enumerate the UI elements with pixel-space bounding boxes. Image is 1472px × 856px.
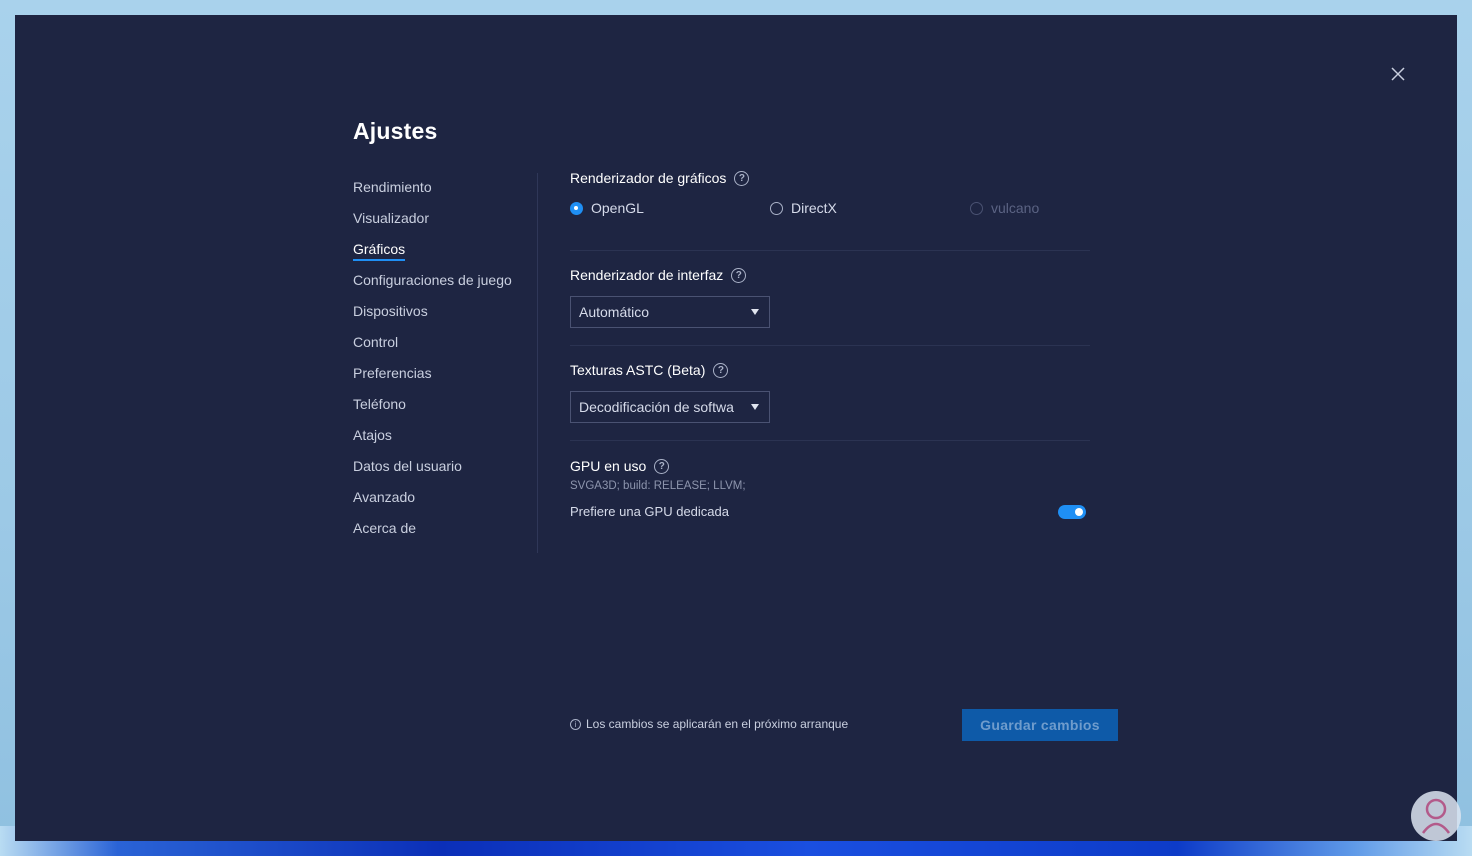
radio-label: OpenGL (591, 200, 644, 216)
graphics-renderer-heading: Renderizador de gráficos ? (570, 170, 1090, 186)
site-logo (1411, 791, 1461, 841)
sidebar-item-label: Dispositivos (353, 303, 428, 319)
radio-checked-icon (570, 201, 583, 215)
radio-label: vulcano (991, 200, 1040, 216)
gpu-info: SVGA3D; build: RELEASE; LLVM; (570, 480, 746, 492)
sidebar-item-avanzado[interactable]: Avanzado (353, 483, 538, 514)
gpu-section: GPU en uso ? SVGA3D; build: RELEASE; LLV… (570, 441, 1090, 519)
astc-heading: Texturas ASTC (Beta) ? (570, 362, 1090, 378)
restart-note-text: Los cambios se aplicarán en el próximo a… (586, 717, 849, 731)
sidebar-item-label: Acerca de (353, 520, 417, 536)
sidebar-item-label: Avanzado (353, 489, 416, 505)
info-icon: i (570, 718, 581, 730)
sidebar-item-label: Configuraciones de juego (353, 272, 512, 288)
help-icon[interactable]: ? (713, 362, 729, 378)
restart-note: i Los cambios se aplicarán en el próximo… (570, 717, 848, 731)
radio-unchecked-icon (770, 201, 783, 215)
settings-sidebar: Rendimiento Visualizador Gráficos Config… (353, 173, 538, 545)
radio-opengl[interactable]: OpenGL (570, 200, 770, 216)
interface-renderer-heading: Renderizador de interfaz ? (570, 267, 1090, 283)
prefer-dedicated-gpu-label: Prefiere una GPU dedicada (570, 504, 729, 519)
graphics-renderer-section: Renderizador de gráficos ? OpenGL Direct… (570, 170, 1090, 250)
sidebar-item-preferencias[interactable]: Preferencias (353, 359, 538, 390)
radio-vulcano: vulcano (970, 200, 1039, 216)
chevron-down-icon (751, 309, 759, 315)
sidebar-item-label: Gráficos (353, 241, 406, 261)
sidebar-item-telefono[interactable]: Teléfono (353, 390, 538, 421)
help-icon[interactable]: ? (734, 170, 750, 186)
sidebar-item-label: Control (353, 334, 399, 350)
settings-window: Ajustes Rendimiento Visualizador Gráfico… (15, 15, 1457, 841)
help-icon[interactable]: ? (654, 458, 670, 474)
sidebar-item-label: Teléfono (353, 396, 406, 412)
astc-section: Texturas ASTC (Beta) ? Decodificación de… (570, 346, 1090, 440)
sidebar-divider (537, 173, 538, 553)
dropdown-value: Decodificación de softwa (579, 399, 734, 415)
sidebar-item-atajos[interactable]: Atajos (353, 421, 538, 452)
graphics-settings-panel: Renderizador de gráficos ? OpenGL Direct… (570, 170, 1090, 519)
page-title: Ajustes (353, 118, 438, 144)
astc-dropdown[interactable]: Decodificación de softwa (570, 391, 770, 423)
sidebar-item-label: Atajos (353, 427, 392, 443)
sidebar-item-visualizador[interactable]: Visualizador (353, 204, 538, 235)
gpu-heading: GPU en uso ? (570, 458, 1090, 474)
sidebar-item-label: Datos del usuario (353, 458, 462, 474)
prefer-dedicated-gpu-row: Prefiere una GPU dedicada (570, 504, 1086, 519)
sidebar-item-configuraciones-de-juego[interactable]: Configuraciones de juego (353, 266, 538, 297)
sidebar-item-label: Rendimiento (353, 179, 432, 195)
dropdown-value: Automático (579, 304, 650, 320)
help-icon[interactable]: ? (731, 267, 747, 283)
radio-disabled-icon (970, 201, 983, 215)
sidebar-item-graficos[interactable]: Gráficos (353, 235, 538, 266)
save-changes-button[interactable]: Guardar cambios (962, 709, 1118, 741)
sidebar-item-rendimiento[interactable]: Rendimiento (353, 173, 538, 204)
radio-directx[interactable]: DirectX (770, 200, 970, 216)
prefer-dedicated-gpu-toggle[interactable] (1058, 504, 1086, 519)
interface-renderer-section: Renderizador de interfaz ? Automático (570, 251, 1090, 345)
gpu-title: GPU en uso (570, 458, 647, 474)
sidebar-item-control[interactable]: Control (353, 328, 538, 359)
astc-title: Texturas ASTC (Beta) (570, 362, 706, 378)
interface-renderer-dropdown[interactable]: Automático (570, 296, 770, 328)
radio-label: DirectX (791, 200, 837, 216)
sidebar-item-acerca-de[interactable]: Acerca de (353, 514, 538, 545)
close-icon[interactable] (1389, 65, 1407, 83)
sidebar-item-datos-del-usuario[interactable]: Datos del usuario (353, 452, 538, 483)
sidebar-item-label: Preferencias (353, 365, 432, 381)
sidebar-item-dispositivos[interactable]: Dispositivos (353, 297, 538, 328)
graphics-renderer-title: Renderizador de gráficos (570, 170, 727, 186)
sidebar-item-label: Visualizador (353, 210, 430, 226)
interface-renderer-title: Renderizador de interfaz (570, 267, 724, 283)
chevron-down-icon (751, 404, 759, 410)
graphics-renderer-options: OpenGL DirectX vulcano (570, 198, 1090, 218)
